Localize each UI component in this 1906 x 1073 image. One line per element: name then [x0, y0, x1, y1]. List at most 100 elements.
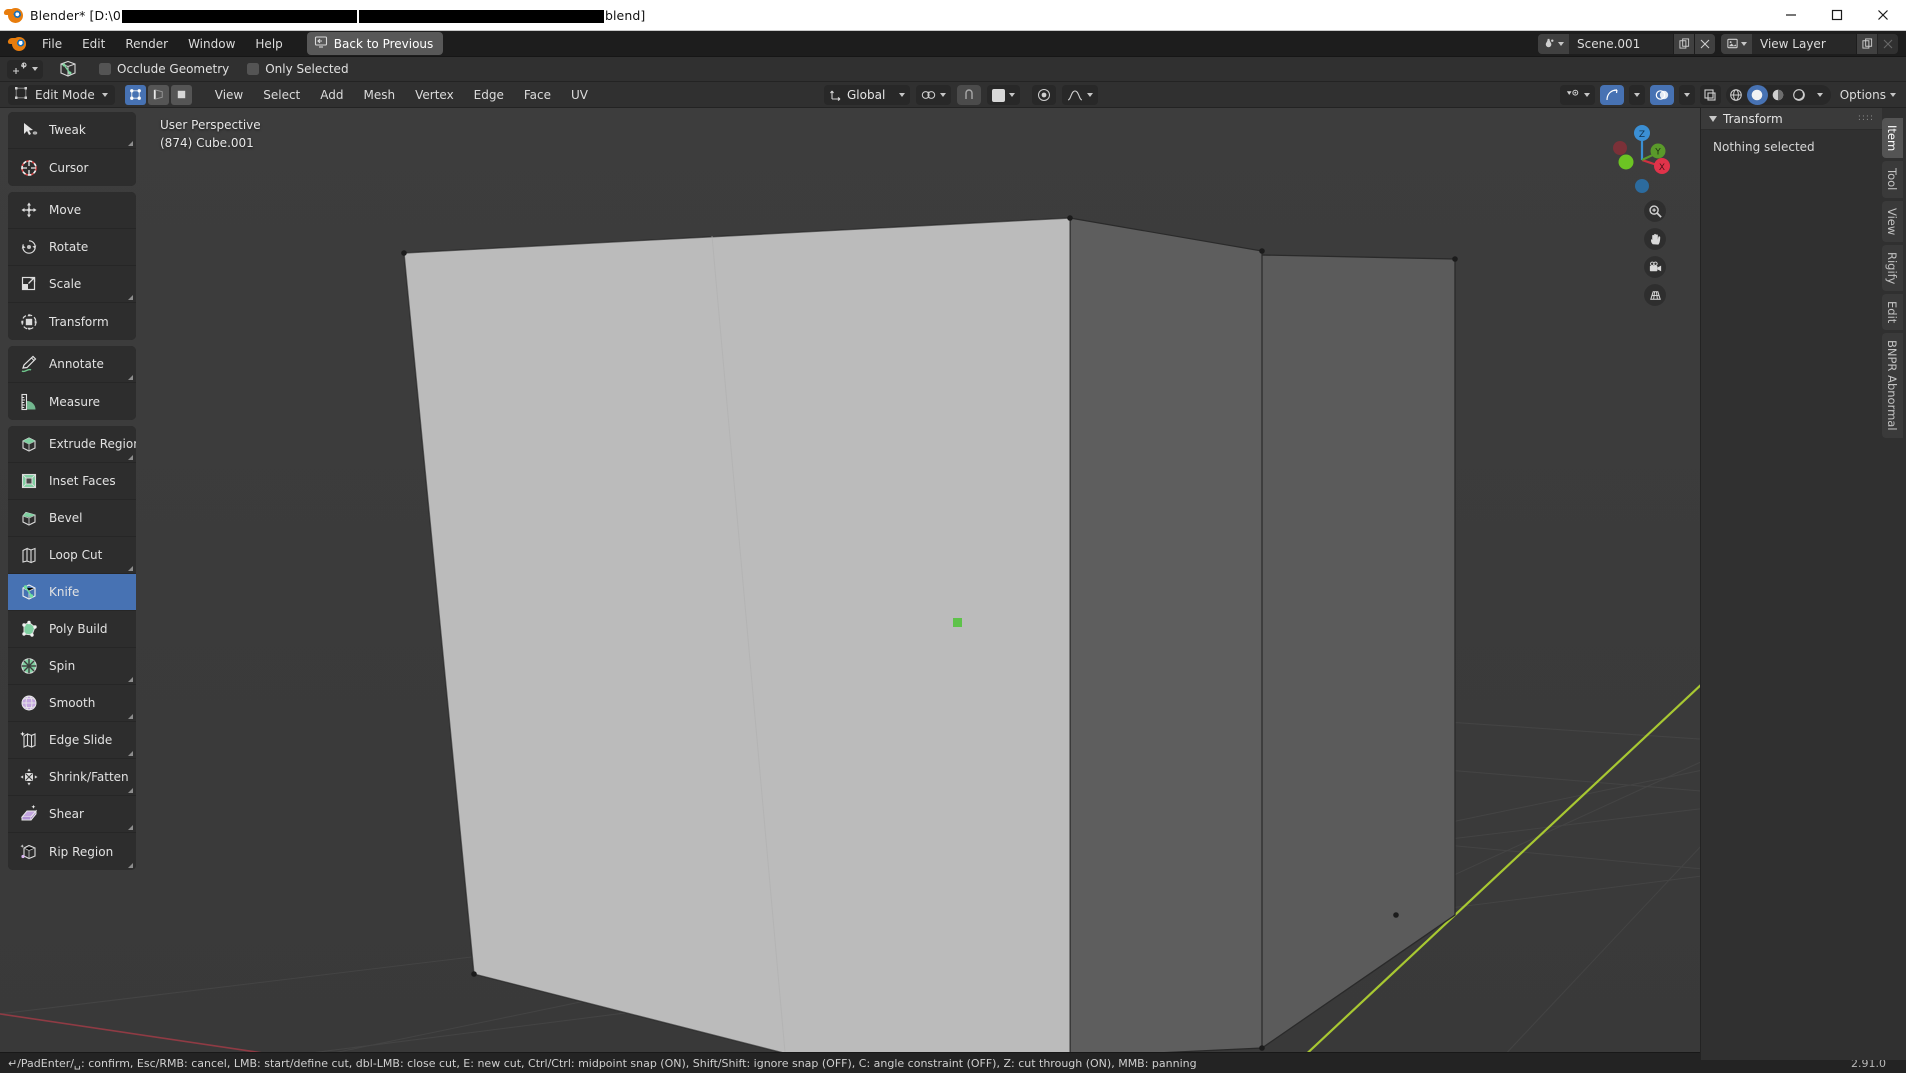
sidebar-tab-tool[interactable]: Tool: [1882, 161, 1903, 198]
gizmo-toggle-button[interactable]: [1599, 85, 1624, 105]
view-layer-icon[interactable]: [1721, 33, 1752, 54]
viewport-menu-uv[interactable]: UV: [562, 85, 597, 105]
viewport-toolbar: Tweak Cursor Move Rotate Scale Transform…: [8, 112, 136, 870]
pivot-point-dropdown[interactable]: [916, 85, 952, 105]
tool-knife[interactable]: Knife: [8, 574, 136, 611]
menu-window[interactable]: Window: [178, 34, 245, 54]
remove-view-layer-icon[interactable]: [1877, 33, 1898, 54]
gizmo-dropdown[interactable]: [1628, 85, 1645, 105]
tool-annotate[interactable]: Annotate: [8, 346, 136, 383]
tool-loop-cut[interactable]: Loop Cut: [8, 537, 136, 574]
tool-rip-region[interactable]: Rip Region: [8, 833, 136, 870]
view-layer-selector[interactable]: View Layer: [1721, 33, 1898, 54]
panel-grip-icon[interactable]: ::::: [1858, 114, 1874, 123]
transform-orientation-dropdown[interactable]: Global: [824, 85, 911, 105]
chevron-down-icon[interactable]: [1709, 115, 1717, 122]
proportional-editing-button[interactable]: [1032, 85, 1057, 105]
back-arrow-icon: [314, 35, 328, 52]
tool-extrude-region[interactable]: Extrude Region: [8, 426, 136, 463]
new-view-layer-icon[interactable]: [1856, 33, 1877, 54]
viewport-info-text: User Perspective (874) Cube.001: [160, 116, 261, 152]
back-to-previous-label: Back to Previous: [333, 36, 434, 51]
tool-label: Spin: [49, 659, 76, 673]
back-to-previous-button[interactable]: Back to Previous: [306, 32, 444, 55]
viewport-options-dropdown[interactable]: Options: [1836, 88, 1900, 102]
only-selected-checkbox[interactable]: Only Selected: [247, 62, 349, 76]
maximize-icon[interactable]: [1814, 0, 1860, 31]
tool-edge-slide[interactable]: Edge Slide: [8, 722, 136, 759]
edge-select-button[interactable]: [147, 84, 169, 105]
tool-scale[interactable]: Scale: [8, 266, 136, 303]
toggle-orthographic-icon[interactable]: [1644, 284, 1666, 306]
proportional-falloff-dropdown[interactable]: [1062, 85, 1099, 105]
close-icon[interactable]: [1860, 0, 1906, 31]
viewport-canvas[interactable]: [0, 108, 1906, 1060]
editor-mode-dropdown[interactable]: Edit Mode: [8, 84, 115, 105]
camera-view-icon[interactable]: [1644, 256, 1666, 278]
sidebar-tab-edit[interactable]: Edit: [1882, 294, 1903, 331]
viewport-menu-vertex[interactable]: Vertex: [406, 85, 463, 105]
tool-transform[interactable]: Transform: [8, 303, 136, 340]
tool-spin[interactable]: Spin: [8, 648, 136, 685]
new-scene-icon[interactable]: [1673, 33, 1694, 54]
zoom-icon[interactable]: [1644, 200, 1666, 222]
navigation-gizmo[interactable]: Z Y X: [1602, 118, 1678, 194]
overlays-dropdown[interactable]: [1678, 85, 1695, 105]
tool-label: Scale: [49, 277, 82, 291]
menu-render[interactable]: Render: [115, 34, 178, 54]
sidebar-tab-rigify[interactable]: Rigify: [1882, 244, 1903, 292]
sidebar-tab-item[interactable]: Item: [1882, 118, 1903, 159]
sidebar-tab-view[interactable]: View: [1882, 200, 1903, 242]
occlude-geometry-box[interactable]: [99, 63, 111, 75]
viewport-menu-select[interactable]: Select: [254, 85, 309, 105]
tool-smooth[interactable]: Smooth: [8, 685, 136, 722]
visibility-dropdown[interactable]: [1559, 85, 1595, 105]
pan-hand-icon[interactable]: [1644, 228, 1666, 250]
menu-help[interactable]: Help: [245, 34, 292, 54]
scene-name[interactable]: Scene.001: [1569, 33, 1673, 54]
viewport-menu-mesh[interactable]: Mesh: [355, 85, 405, 105]
blender-menu-icon[interactable]: [6, 36, 32, 51]
menu-edit[interactable]: Edit: [72, 34, 115, 54]
viewport-menu-add[interactable]: Add: [311, 85, 352, 105]
viewport-menu-face[interactable]: Face: [515, 85, 560, 105]
xray-toggle-button[interactable]: [1699, 85, 1721, 105]
transform-panel-header[interactable]: Transform ::::: [1701, 108, 1882, 130]
tool-inset-faces[interactable]: Inset Faces: [8, 463, 136, 500]
snap-target-dropdown[interactable]: [987, 85, 1021, 105]
material-preview-shading-button[interactable]: [1768, 85, 1789, 105]
solid-shading-button[interactable]: [1746, 85, 1768, 105]
tool-shear[interactable]: Shear: [8, 796, 136, 833]
tool-measure[interactable]: Measure: [8, 383, 136, 420]
scene-icon[interactable]: [1538, 33, 1569, 54]
remove-scene-icon[interactable]: [1694, 33, 1715, 54]
tool-rotate[interactable]: Rotate: [8, 229, 136, 266]
tool-cursor[interactable]: Cursor: [8, 149, 136, 186]
redacted-path-1: [121, 9, 357, 23]
snap-toggle-button[interactable]: [957, 85, 982, 105]
view-layer-name[interactable]: View Layer: [1752, 33, 1856, 54]
scene-selector[interactable]: Scene.001: [1538, 33, 1715, 54]
tool-move[interactable]: Move: [8, 192, 136, 229]
wireframe-shading-button[interactable]: [1726, 85, 1747, 105]
shading-dropdown[interactable]: [1810, 85, 1831, 105]
tool-shrink-fatten[interactable]: Shrink/Fatten: [8, 759, 136, 796]
occlude-geometry-checkbox[interactable]: Occlude Geometry: [99, 62, 229, 76]
active-tool-dropdown[interactable]: [7, 59, 43, 79]
sidebar-tab-bnpr-abnormal[interactable]: BNPR Abnormal: [1882, 333, 1903, 438]
viewport-menu-view[interactable]: View: [206, 85, 252, 105]
tool-bevel[interactable]: Bevel: [8, 500, 136, 537]
vertex-select-button[interactable]: [124, 84, 146, 105]
viewport-menu-edge[interactable]: Edge: [465, 85, 513, 105]
only-selected-box[interactable]: [247, 63, 260, 75]
overlays-toggle-button[interactable]: [1649, 85, 1674, 105]
scale-icon: [18, 274, 39, 295]
3d-viewport[interactable]: User Perspective (874) Cube.001 Z Y X: [0, 108, 1906, 1060]
rendered-shading-button[interactable]: [1789, 85, 1810, 105]
menu-file[interactable]: File: [32, 34, 72, 54]
blender-window: Blender* [D:\0 blend] File Edit Render Wi…: [0, 0, 1906, 1073]
tool-tweak[interactable]: Tweak: [8, 112, 136, 149]
minimize-icon[interactable]: [1768, 0, 1814, 31]
face-select-button[interactable]: [170, 84, 192, 105]
tool-poly-build[interactable]: Poly Build: [8, 611, 136, 648]
